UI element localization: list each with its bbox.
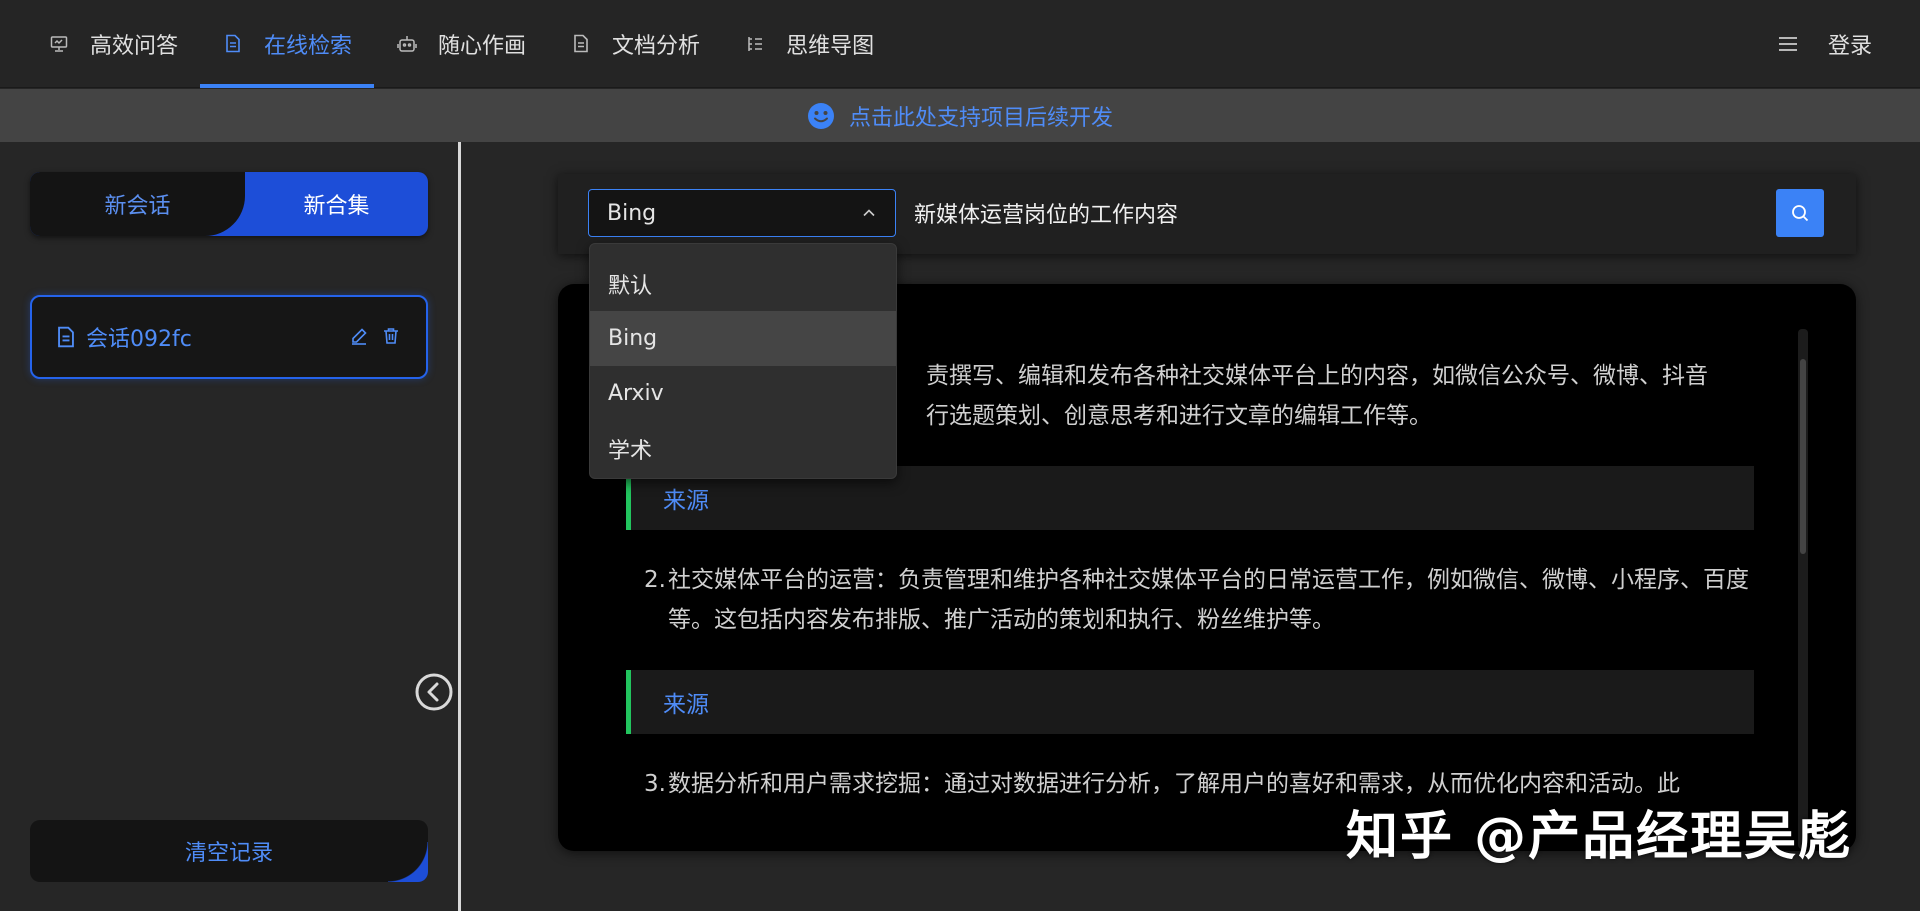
selected-engine: Bing [607,200,657,226]
edit-icon[interactable] [350,327,370,347]
nav-tab-online-search[interactable]: 在线检索 [200,0,375,88]
dropdown-option-default[interactable]: 默认 [590,256,896,311]
list-tree-icon [744,33,766,55]
support-banner[interactable]: 点击此处支持项目后续开发 [0,89,1920,142]
session-title: 会话092fc [86,327,192,352]
nav-tab-mindmap[interactable]: 思维导图 [722,0,896,88]
sidebar: 新会话 新合集 会话092fc 清空记录 [0,142,458,911]
dropdown-option-arxiv[interactable]: Arxiv [590,366,896,421]
dropdown-option-academic[interactable]: 学术 [590,421,896,476]
chevron-up-icon [863,209,875,217]
list-item: 2. 社交媒体平台的运营：负责管理和维护各种社交媒体平台的日常运营工作，例如微信… [636,560,1752,640]
new-button-group: 新会话 新合集 [30,172,428,236]
trash-icon[interactable] [382,327,402,347]
scrollbar-thumb[interactable] [1800,359,1806,554]
menu-icon[interactable] [1776,32,1800,56]
list-number: 2. [644,567,666,593]
session-item[interactable]: 会话092fc [30,295,428,379]
nav-tab-qa[interactable]: 高效问答 [0,0,200,88]
new-session-button[interactable]: 新会话 [30,172,245,236]
banner-text: 点击此处支持项目后续开发 [848,105,1113,131]
session-actions [350,327,402,347]
collapse-sidebar-icon[interactable] [414,672,454,712]
answer-line: 责撰写、编辑和发布各种社交媒体平台上的内容，如微信公众号、微博、抖音 [926,363,1708,389]
clear-history-button[interactable]: 清空记录 [30,820,428,882]
nav-tab-label: 思维导图 [786,33,875,59]
watermark: 知乎 @产品经理吴彪 [1346,807,1853,867]
nav-tab-label: 随心作画 [438,33,527,59]
monitor-icon [48,33,70,55]
search-button[interactable] [1776,189,1824,237]
search-engine-select[interactable]: Bing [588,189,896,237]
search-bar: Bing [558,174,1856,254]
document-icon [222,33,244,55]
login-link[interactable]: 登录 [1828,28,1872,60]
source-label: 来源 [663,488,709,514]
nav-tab-label: 文档分析 [612,33,701,59]
nav-tab-drawing[interactable]: 随心作画 [374,0,548,88]
smile-icon [807,102,834,129]
nav-tab-label: 在线检索 [264,33,353,59]
search-input[interactable] [914,189,1774,237]
nav-tab-label: 高效问答 [90,33,179,59]
search-engine-dropdown: 默认 Bing Arxiv 学术 [589,243,897,479]
document-icon [570,33,592,55]
dropdown-option-bing[interactable]: Bing [590,311,896,366]
nav-right: 登录 [1776,28,1920,60]
clear-history-label: 清空记录 [184,841,273,866]
nav-tab-doc-analysis[interactable]: 文档分析 [548,0,722,88]
source-label: 来源 [663,692,709,718]
search-icon [1792,205,1809,222]
document-icon [58,326,74,348]
sidebar-divider[interactable] [458,142,461,911]
top-nav: 高效问答 在线检索 随心作画 文档分析 思维导图 登录 [0,0,1920,88]
list-number: 3. [644,771,666,797]
new-collection-button[interactable]: 新合集 [245,172,428,236]
list-text: 社交媒体平台的运营：负责管理和维护各种社交媒体平台的日常运营工作，例如微信、微博… [668,567,1749,633]
answer-line: 行选题策划、创意思考和进行文章的编辑工作等。 [926,403,1432,429]
robot-icon [396,33,418,55]
source-link[interactable]: 来源 [626,670,1754,734]
